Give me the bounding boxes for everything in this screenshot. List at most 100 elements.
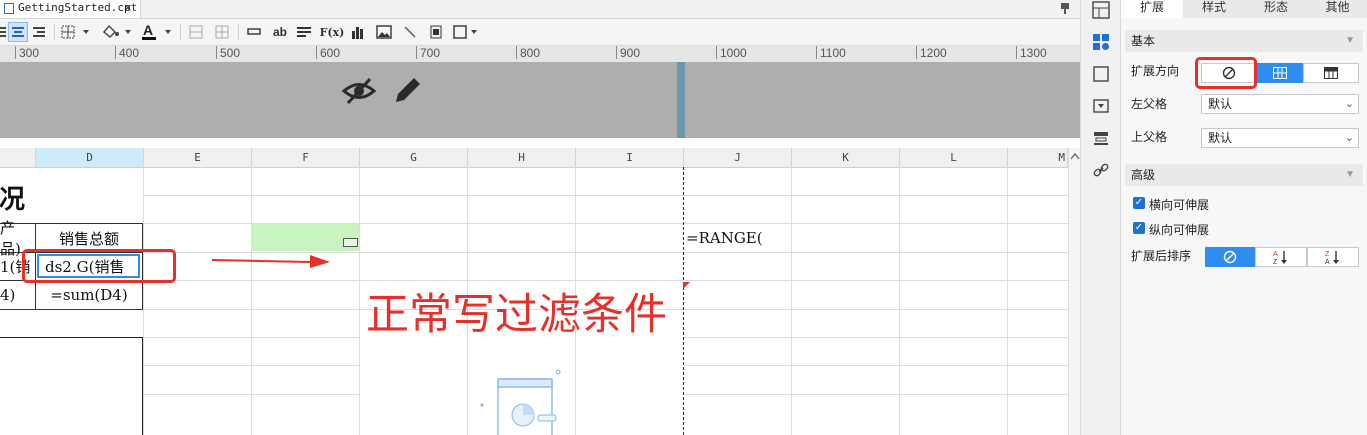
- highlight-box-expand: [1195, 57, 1257, 89]
- column-header-i[interactable]: I: [576, 148, 684, 167]
- top-parent-label: 上父格: [1131, 130, 1168, 144]
- horizontal-extend-checkbox[interactable]: ✓: [1133, 197, 1145, 209]
- report-block-icon[interactable]: [1091, 128, 1111, 148]
- fill-color-icon[interactable]: [100, 22, 134, 42]
- tab-form[interactable]: 形态: [1245, 0, 1307, 18]
- cell-d5-sum[interactable]: =sum(D4): [36, 281, 142, 309]
- text-format-icon[interactable]: ab: [270, 22, 290, 42]
- tab-expand[interactable]: 扩展: [1121, 0, 1183, 18]
- ruler-label: 900: [616, 46, 640, 60]
- pencil-icon[interactable]: [392, 74, 424, 106]
- tab-bar: GettingStarted.cpt ×: [0, 0, 1080, 19]
- formula-icon[interactable]: F(x): [320, 22, 345, 42]
- ruler-label: 400: [115, 46, 139, 60]
- tab-gettingstarted[interactable]: GettingStarted.cpt ×: [0, 0, 141, 18]
- tab-close-icon[interactable]: ×: [124, 0, 132, 15]
- scroll-up-icon[interactable]: [1070, 152, 1080, 160]
- column-header-c[interactable]: [0, 148, 36, 167]
- section-basic[interactable]: 基本 ▼: [1125, 30, 1363, 52]
- cell-c3[interactable]: 产品): [0, 219, 35, 258]
- column-header-j[interactable]: J: [684, 148, 792, 167]
- cell-d3-sales-total[interactable]: 销售总额: [36, 224, 142, 252]
- horizontal-extend-label: 横向可伸展: [1149, 198, 1210, 212]
- expand-vertical-button[interactable]: [1257, 63, 1303, 83]
- border-style-icon[interactable]: [452, 22, 480, 42]
- sort-descending-icon[interactable]: ZA: [1307, 247, 1359, 267]
- sheet-grid[interactable]: 况 产品) 销售总额 1(销 ds2.G(销售 4) =sum(D4) 正常写过…: [0, 167, 1068, 435]
- column-header-f[interactable]: F: [252, 148, 360, 167]
- band-gap: [0, 138, 1080, 148]
- tab-style[interactable]: 样式: [1183, 0, 1245, 18]
- section-basic-label: 基本: [1131, 34, 1156, 48]
- align-right-icon[interactable]: [30, 22, 48, 42]
- ruler-label: 300: [15, 46, 39, 60]
- svg-text:Z: Z: [1273, 259, 1278, 265]
- insert-row-icon[interactable]: [244, 22, 264, 42]
- header-band: [0, 62, 1080, 138]
- ruler-label: 1200: [916, 46, 947, 60]
- chevron-down-icon: ⌄: [1344, 98, 1354, 110]
- collapse-icon[interactable]: ▼: [1345, 30, 1355, 52]
- expand-direction-label: 扩展方向: [1131, 64, 1180, 78]
- sort-none-button[interactable]: [1205, 247, 1255, 267]
- property-panel: 扩展 样式 形态 其他 基本 ▼ 扩展方向 左父格 默认 ⌄ 上父格 默认 ⌄ …: [1120, 0, 1367, 435]
- align-center-icon[interactable]: [8, 22, 28, 42]
- annotation-text: 正常写过滤条件: [366, 290, 667, 340]
- split-cells-icon[interactable]: [212, 22, 232, 42]
- tab-label: GettingStarted.cpt: [18, 1, 138, 14]
- svg-text:A: A: [1273, 251, 1278, 258]
- border-dropdown-icon[interactable]: [60, 22, 92, 42]
- column-header-d[interactable]: D: [36, 148, 144, 167]
- column-header-k[interactable]: K: [792, 148, 900, 167]
- column-header-l[interactable]: L: [900, 148, 1008, 167]
- font-color-icon[interactable]: A: [140, 22, 174, 42]
- svg-text:A: A: [1325, 259, 1330, 265]
- ruler-label: 800: [516, 46, 540, 60]
- sort-ascending-icon[interactable]: AZ: [1255, 247, 1307, 267]
- collapse-icon[interactable]: ▼: [1345, 164, 1355, 186]
- insert-chart-icon[interactable]: [348, 22, 368, 42]
- cell-marker-icon: [683, 282, 690, 289]
- cell-f3-highlighted[interactable]: [252, 224, 359, 251]
- ruler-label: 500: [216, 46, 240, 60]
- left-parent-select[interactable]: 默认 ⌄: [1201, 94, 1359, 114]
- left-parent-value: 默认: [1208, 97, 1233, 111]
- cell-j3-range[interactable]: =RANGE(: [686, 224, 786, 252]
- ruler-label: 1000: [716, 46, 747, 60]
- svg-text:A: A: [143, 23, 153, 38]
- column-header-g[interactable]: G: [360, 148, 468, 167]
- left-parent-label: 左父格: [1131, 97, 1168, 111]
- cell-attribute-icon[interactable]: [1091, 0, 1111, 20]
- ruler-label: 1300: [1016, 46, 1047, 60]
- insert-image-icon[interactable]: [374, 22, 394, 42]
- slash-icon[interactable]: [400, 22, 420, 42]
- section-advanced-label: 高级: [1131, 168, 1156, 182]
- page-break-marker: [677, 62, 685, 138]
- top-parent-value: 默认: [1208, 131, 1233, 145]
- cell-element-icon[interactable]: [1091, 32, 1111, 52]
- ruler-label: 1100: [816, 46, 846, 60]
- column-header-h[interactable]: H: [468, 148, 576, 167]
- horizontal-ruler: 300 400 500 600 700 800 900 1000 1100 12…: [0, 46, 1080, 63]
- insert-subreport-icon[interactable]: [426, 22, 446, 42]
- hyperlink-icon[interactable]: [1091, 160, 1111, 180]
- section-advanced[interactable]: 高级 ▼: [1125, 164, 1363, 186]
- expand-horizontal-button[interactable]: [1303, 63, 1359, 83]
- tab-other[interactable]: 其他: [1307, 0, 1367, 18]
- ruler-label: 700: [416, 46, 440, 60]
- sort-label: 扩展后排序: [1131, 249, 1192, 263]
- vertical-extend-checkbox[interactable]: ✓: [1133, 222, 1145, 234]
- widget-settings-icon[interactable]: [1091, 64, 1111, 84]
- top-parent-select[interactable]: 默认 ⌄: [1201, 128, 1359, 148]
- column-header-e[interactable]: E: [144, 148, 252, 167]
- eye-slash-icon[interactable]: [341, 76, 377, 106]
- report-file-icon: [4, 3, 14, 14]
- cell-c5[interactable]: 4): [0, 281, 35, 309]
- dropdown-widget-icon[interactable]: [1091, 96, 1111, 116]
- wrap-text-icon[interactable]: [294, 22, 314, 42]
- chevron-down-icon: ⌄: [1344, 132, 1354, 144]
- column-header-m[interactable]: M: [1008, 148, 1068, 167]
- pin-icon[interactable]: [1058, 1, 1072, 15]
- merge-cells-icon[interactable]: [186, 22, 206, 42]
- align-left-icon[interactable]: [0, 22, 6, 42]
